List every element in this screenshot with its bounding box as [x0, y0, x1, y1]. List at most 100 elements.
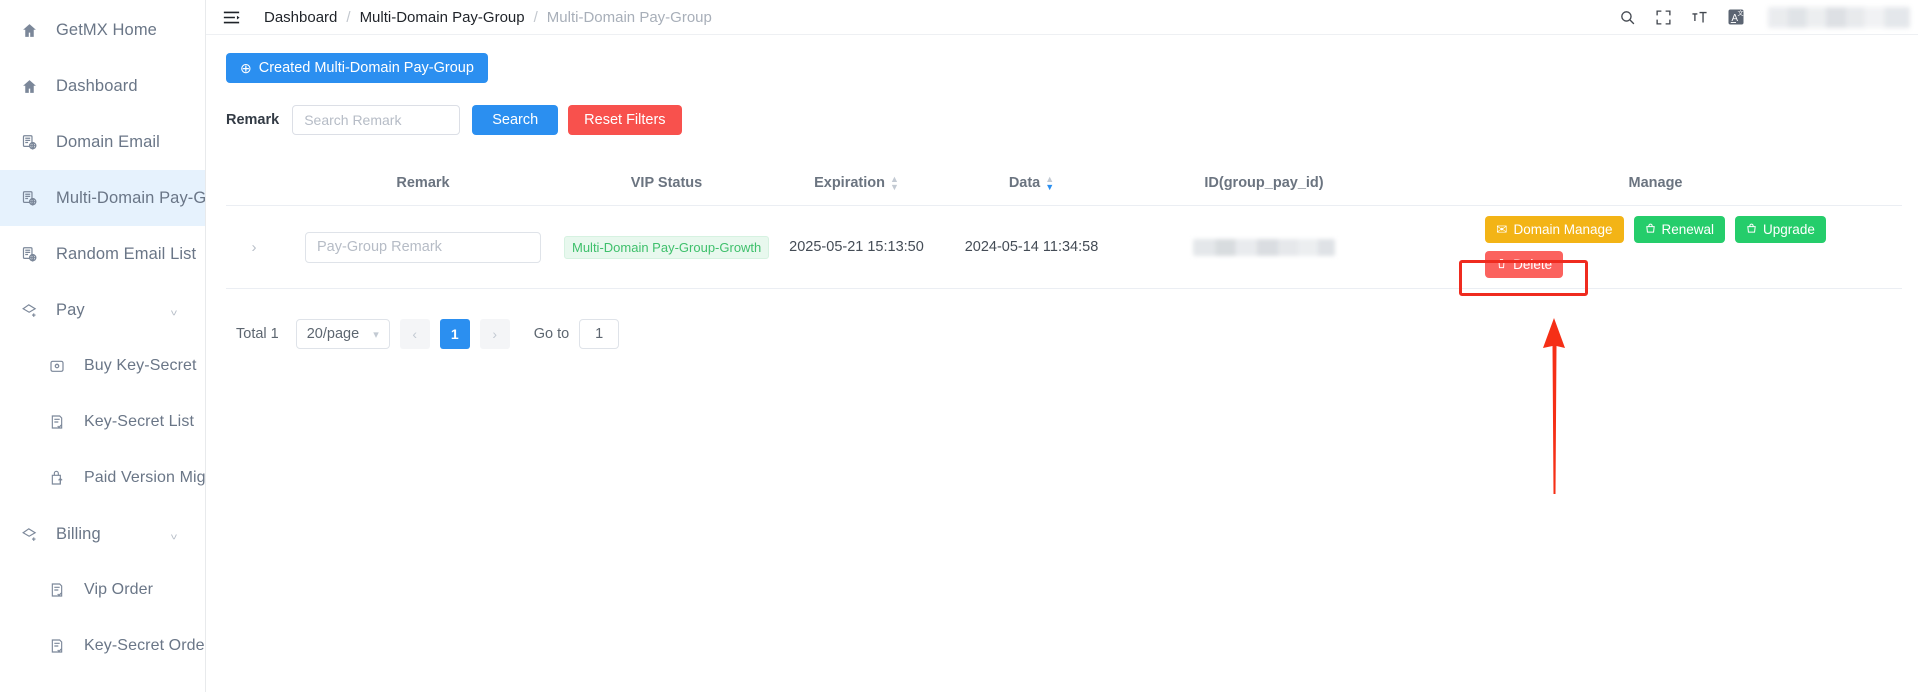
sidebar-group-pay[interactable]: Pay ^ [0, 282, 205, 338]
list-icon [46, 579, 68, 601]
pagination-prev-button[interactable]: ‹ [399, 319, 430, 349]
search-icon[interactable] [1619, 9, 1636, 26]
sidebar-group-billing[interactable]: Billing ^ [0, 506, 205, 562]
app-root: GetMX Home Dashboard Domain Email Multi-… [0, 0, 1918, 692]
sidebar-item-label: Key-Secret Order [84, 637, 206, 654]
wallet-icon [46, 355, 68, 377]
row-manage-cell: ✉ Domain Manage Renewal Upgrade Delete [1409, 205, 1902, 296]
sidebar-item-random-email-list[interactable]: Random Email List [0, 226, 205, 282]
breadcrumb-separator: / [533, 8, 538, 26]
breadcrumb-item-dashboard[interactable]: Dashboard [264, 9, 337, 26]
sort-desc-icon: ▼ [889, 181, 899, 192]
remark-search-input[interactable] [292, 105, 461, 135]
breadcrumb-separator: / [346, 8, 351, 26]
domain-manage-button[interactable]: ✉ Domain Manage [1485, 216, 1624, 243]
plus-circle-icon: ⊕ [240, 60, 252, 76]
create-multi-domain-pay-group-button[interactable]: ⊕ Created Multi-Domain Pay-Group [226, 53, 488, 83]
fullscreen-icon[interactable] [1655, 9, 1672, 26]
table-header: Remark VIP Status Expiration ▲ ▼ Data ▲ … [226, 163, 1902, 206]
sidebar-item-key-secret-order[interactable]: Key-Secret Order [0, 618, 205, 674]
expand-row-icon[interactable]: › [252, 239, 257, 256]
sidebar-item-buy-key-secret[interactable]: Buy Key-Secret [0, 338, 205, 394]
sort-toggle-data[interactable]: ▲ ▼ [1045, 174, 1054, 191]
button-label: Domain Manage [1513, 222, 1613, 237]
sidebar-item-label: Paid Version Migration [84, 469, 206, 486]
sidebar-item-label: Buy Key-Secret [84, 357, 197, 374]
sidebar-item-getmx-home[interactable]: GetMX Home [0, 2, 205, 58]
pagination-total: Total 1 [236, 326, 279, 342]
column-header-manage: Manage [1409, 163, 1902, 206]
column-header-data[interactable]: Data ▲ ▼ [944, 163, 1119, 206]
sidebar: GetMX Home Dashboard Domain Email Multi-… [0, 0, 206, 692]
sort-toggle-expiration[interactable]: ▲ ▼ [889, 174, 899, 192]
pagination-goto-input[interactable] [579, 319, 620, 349]
sidebar-group-label: Billing [56, 524, 101, 543]
page-size-select[interactable]: 20/page ▾ [295, 319, 390, 349]
user-account-area[interactable] [1768, 6, 1910, 28]
list-icon [46, 411, 68, 433]
sidebar-item-label: Domain Email [56, 132, 160, 151]
home-icon [18, 75, 40, 97]
upgrade-button[interactable]: Upgrade [1735, 216, 1826, 243]
breadcrumb-item-multi-domain-pay-group[interactable]: Multi-Domain Pay-Group [360, 9, 525, 26]
row-expand-cell: › [226, 205, 282, 289]
pay-group-table: Remark VIP Status Expiration ▲ ▼ Data ▲ … [226, 163, 1902, 296]
sidebar-item-multi-domain-pay-group[interactable]: Multi-Domain Pay-Group [0, 170, 205, 226]
sidebar-item-label: GetMX Home [56, 20, 157, 39]
sidebar-item-vip-order[interactable]: Vip Order [0, 562, 205, 618]
main-area: Dashboard / Multi-Domain Pay-Group / Mul… [206, 0, 1918, 692]
sidebar-item-label: Vip Order [84, 581, 154, 598]
chevron-up-icon: ^ [170, 526, 177, 542]
delete-button[interactable]: Delete [1485, 251, 1564, 278]
group-pay-id-value [1193, 238, 1335, 256]
font-size-icon[interactable] [1691, 9, 1708, 26]
column-header-expand [226, 163, 282, 206]
create-button-label: Created Multi-Domain Pay-Group [258, 60, 474, 76]
column-label: Expiration [814, 175, 885, 191]
domain-email-icon [18, 187, 40, 209]
column-header-vip-status: VIP Status [564, 163, 769, 206]
sidebar-item-label: Multi-Domain Pay-Group [56, 188, 206, 207]
sidebar-item-key-secret-list[interactable]: Key-Secret List [0, 394, 205, 450]
topbar: Dashboard / Multi-Domain Pay-Group / Mul… [206, 0, 1918, 35]
column-label: Data [1008, 175, 1041, 191]
chevron-up-icon: ^ [170, 302, 177, 318]
column-label: Remark [396, 175, 450, 191]
trash-icon [1496, 257, 1507, 272]
bag-icon [1645, 222, 1656, 237]
column-header-expiration[interactable]: Expiration ▲ ▼ [769, 163, 944, 206]
pagination: Total 1 20/page ▾ ‹ 1 › Go to [226, 319, 1902, 349]
topbar-actions: A文 [1619, 6, 1910, 28]
column-header-remark: Remark [282, 163, 564, 206]
pagination-page-1[interactable]: 1 [439, 319, 470, 349]
row-remark-input[interactable] [305, 231, 541, 263]
sidebar-item-dashboard[interactable]: Dashboard [0, 58, 205, 114]
translate-icon[interactable]: A文 [1727, 8, 1745, 26]
hamburger-icon[interactable] [220, 7, 242, 27]
status-badge: Multi-Domain Pay-Group-Growth [564, 235, 770, 259]
table-body: › Multi-Domain Pay-Group-Growth 2025-05-… [226, 205, 1902, 296]
row-vip-status-cell: Multi-Domain Pay-Group-Growth [564, 205, 770, 289]
search-button[interactable]: Search [472, 105, 559, 135]
reset-filters-button[interactable]: Reset Filters [568, 105, 682, 135]
row-group-pay-id-cell [1119, 205, 1409, 289]
renewal-button[interactable]: Renewal [1633, 216, 1726, 243]
pay-icon [18, 523, 40, 545]
pagination-next-button[interactable]: › [479, 319, 510, 349]
sidebar-item-domain-email[interactable]: Domain Email [0, 114, 205, 170]
bag-icon [1746, 222, 1757, 237]
migration-icon [46, 467, 68, 489]
sidebar-item-paid-version-migration[interactable]: Paid Version Migration [0, 450, 205, 506]
table-header-row: Remark VIP Status Expiration ▲ ▼ Data ▲ … [226, 163, 1902, 206]
row-remark-cell [282, 205, 564, 289]
column-label: Manage [1628, 175, 1683, 191]
remark-filter-label: Remark [226, 112, 280, 128]
page-size-value: 20/page [306, 326, 360, 342]
breadcrumb-item-current: Multi-Domain Pay-Group [546, 8, 712, 26]
row-data-cell: 2024-05-14 11:34:58 [944, 205, 1119, 289]
sidebar-group-referral-program[interactable]: Referral Program ^ [0, 674, 205, 692]
page-content: ⊕ Created Multi-Domain Pay-Group Remark … [206, 35, 1918, 692]
table-row: › Multi-Domain Pay-Group-Growth 2025-05-… [226, 205, 1902, 296]
filter-bar: Remark Search Reset Filters [226, 105, 1902, 135]
domain-email-icon [18, 243, 40, 265]
